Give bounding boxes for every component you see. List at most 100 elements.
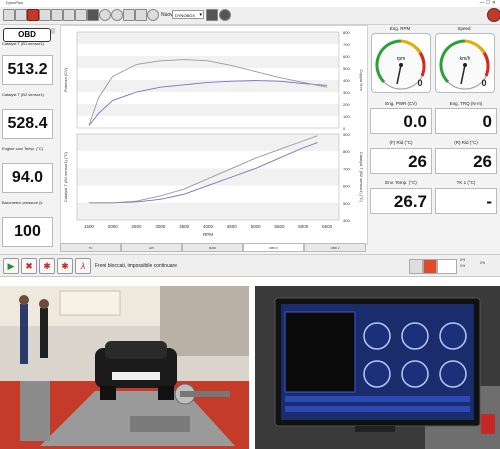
dyno-app-window: DynoPlus — ☐ ✕ Nuovo DYNOBOX OBD Catalys… (0, 0, 500, 277)
dyno-room-illustration (0, 286, 249, 449)
tab-api[interactable]: API (121, 243, 182, 252)
readout-label-2: Catalyst T (B2 sensor1) (2, 92, 44, 97)
power-torque-chart-area: DYNO PLUS 8007006005004003002001000Poten… (60, 25, 368, 245)
tab-obd-ii[interactable]: OBD II (243, 243, 304, 252)
x-tick-label: 6000 (298, 224, 309, 229)
readout-value-1: 513.2 (2, 55, 53, 85)
x-tick-label: 1500 (84, 224, 95, 229)
play-icon[interactable]: ▶ (3, 258, 19, 274)
settings-icon[interactable] (135, 9, 147, 21)
x-axis-label: RPM (203, 232, 213, 237)
y2-axis-label-top: Coppia N·m (359, 69, 364, 91)
small-value-1: 0% (460, 258, 466, 262)
chart-svg: DYNO PLUS 8007006005004003002001000Poten… (63, 30, 364, 237)
rpm-gauge-dial: rpm 0 (375, 39, 426, 90)
display-label-f-rid: (F) Rid (°C) (389, 140, 413, 145)
chart-band (77, 32, 339, 44)
display-label-tk1: TK 1 (°C) (456, 180, 476, 185)
rpm-unit: rpm (397, 56, 406, 62)
list-icon[interactable] (75, 9, 87, 21)
y2-tick-label: 500 (343, 66, 350, 71)
chart-band (77, 151, 339, 169)
y2-tick-label: 800 (343, 149, 350, 154)
y2-tick-label: 300 (343, 90, 350, 95)
rpm-value: 0 (417, 78, 422, 88)
obd-header[interactable]: OBD (3, 28, 51, 42)
speed-gauge-dial: km/h 0 (439, 39, 490, 90)
chart-icon[interactable] (123, 9, 135, 21)
stop-icon[interactable]: ✖ (21, 258, 37, 274)
user-icon[interactable] (147, 9, 159, 21)
display-value-tk1: - (435, 188, 497, 214)
chart-band (77, 92, 339, 104)
print-icon[interactable] (51, 9, 63, 21)
y2-tick-label: 600 (343, 184, 350, 189)
display-label-r-rid: (R) Rid (°C) (454, 140, 478, 145)
chart-band (77, 104, 339, 116)
y2-tick-label: 800 (343, 30, 350, 35)
car-icon[interactable] (87, 9, 99, 21)
y2-tick-label: 700 (343, 42, 350, 47)
readout-label-1: Catalyst T (B1 sensor1) (2, 41, 44, 46)
status-bar: ▶ ✖ ✱ ✱ λ Freni bloccati, impossibile co… (0, 254, 500, 276)
scroll-up-arrow[interactable] (51, 28, 55, 34)
link-status-icon[interactable] (437, 259, 457, 274)
x-tick-label: 6500 (322, 224, 333, 229)
bulb-icon[interactable] (99, 9, 111, 21)
y-axis-label-bottom: Catalyst T (B1 sensor1) (°C) (63, 151, 68, 202)
lambda-icon[interactable]: λ (75, 258, 91, 274)
chart-band (77, 44, 339, 56)
save-icon[interactable] (39, 9, 51, 21)
y2-tick-label: 0 (343, 126, 346, 131)
gauge-label-speed: Speed (457, 26, 471, 31)
display-label-trq: Eng. TRQ (N·m) (449, 101, 483, 106)
y2-tick-label: 900 (343, 132, 350, 137)
fan-2-icon[interactable]: ✱ (57, 258, 73, 274)
x-tick-label: 5000 (251, 224, 262, 229)
camera-icon[interactable] (206, 9, 218, 21)
y2-tick-label: 600 (343, 54, 350, 59)
tab-obd-2[interactable]: OBD 2 (304, 243, 366, 252)
readout-label-4: Barometric pressure (k (2, 200, 43, 205)
readout-value-2: 528.4 (2, 109, 53, 139)
open-icon[interactable] (27, 9, 39, 21)
window-title: DynoPlus (6, 0, 24, 5)
dyno-room-photo (0, 286, 249, 449)
app-logo-icon[interactable] (3, 9, 15, 21)
window-controls[interactable]: — ☐ ✕ (480, 0, 496, 6)
x-tick-label: 4000 (203, 224, 214, 229)
x-tick-label: 2500 (132, 224, 143, 229)
tab-raw[interactable]: RAW (182, 243, 243, 252)
y2-tick-label: 700 (343, 166, 350, 171)
toolbar: Nuovo DYNOBOX (0, 7, 500, 25)
info-icon[interactable] (219, 9, 231, 21)
rpm-gauge: rpm 0 (371, 33, 431, 93)
right-gauge-panel: Eng. RPM Speed rpm 0 km/h 0 Eng. PWR (CV… (368, 25, 500, 253)
left-readout-panel: OBD Catalyst T (B1 sensor1) 513.2 Cataly… (0, 25, 56, 253)
y-axis-label-top: Potenza (CV) (63, 67, 68, 92)
chart-band (77, 116, 339, 128)
y2-axis-label-bottom: Catalyst T (B2 sensor1) (°C) (359, 152, 364, 203)
x-tick-label: 4500 (227, 224, 238, 229)
fan-icon[interactable]: ✱ (39, 258, 55, 274)
display-value-r-rid: 26 (435, 148, 497, 174)
readout-label-3: Engine cool Temp. (°C) (2, 146, 44, 151)
y2-tick-label: 400 (343, 218, 350, 223)
x-tick-label: 3500 (179, 224, 190, 229)
chart-tabs: TC API RAW OBD II OBD 2 (60, 243, 366, 252)
emergency-stop-icon[interactable] (487, 8, 500, 22)
profile-select[interactable]: DYNOBOX (172, 10, 204, 20)
brake-status-icon[interactable] (409, 259, 423, 274)
y2-tick-label: 200 (343, 102, 350, 107)
display-value-trq: 0 (435, 108, 497, 134)
display-value-f-rid: 26 (370, 148, 432, 174)
readout-value-4: 100 (2, 217, 53, 247)
roller-status-icon[interactable] (423, 259, 437, 274)
tab-tc[interactable]: TC (60, 243, 121, 252)
chart-band (77, 68, 339, 80)
report-icon[interactable] (63, 9, 75, 21)
x-tick-label: 3000 (155, 224, 166, 229)
display-label-pwr: Eng. PWR (CV) (385, 101, 417, 106)
globe-icon[interactable] (111, 9, 123, 21)
new-test-icon[interactable] (15, 9, 27, 21)
